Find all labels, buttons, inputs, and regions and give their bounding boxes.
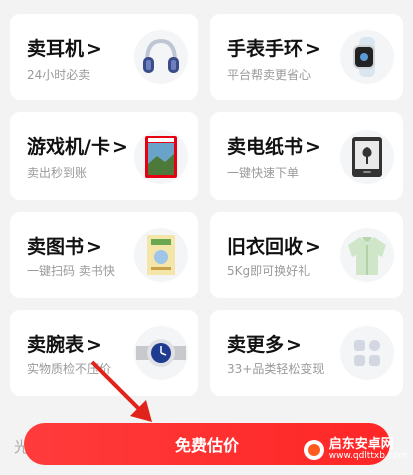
category-title: 卖更多 > (227, 334, 302, 356)
category-subtitle: 一键扫码 卖书快 (27, 264, 115, 278)
category-subtitle: 一键快速下单 (227, 166, 300, 180)
smartwatch-icon (340, 30, 394, 84)
category-title: 卖耳机 > (27, 38, 102, 60)
category-title: 卖腕表 > (27, 334, 102, 356)
category-card-more[interactable]: 卖更多 > 33+品类轻松变现 (210, 310, 403, 396)
category-card-headphones[interactable]: 卖耳机 > 24小时必卖 (10, 14, 198, 100)
category-card-books[interactable]: 卖图书 > 一键扫码 卖书快 (10, 212, 198, 298)
game-card-icon (134, 130, 188, 184)
watermark-url: www.qdlttxb.com (328, 451, 407, 462)
category-title: 游戏机/卡 > (27, 136, 128, 158)
category-subtitle: 卖出秒到账 (27, 166, 88, 180)
ereader-icon (340, 130, 394, 184)
watermark-logo-icon (303, 440, 324, 461)
category-title: 卖图书 > (27, 236, 102, 258)
category-card-clothing-recycle[interactable]: 旧衣回收 > 5Kg即可换好礼 (210, 212, 403, 298)
jacket-icon (340, 228, 394, 282)
watermark-name: 启东安卓网 (328, 437, 394, 452)
category-subtitle: 33+品类轻松变现 (227, 362, 325, 376)
watermark: 启东安卓网 www.qdlttxb.com (303, 437, 407, 462)
category-title: 旧衣回收 > (227, 236, 321, 258)
category-subtitle: 平台帮卖更省心 (227, 68, 312, 82)
category-card-ereader[interactable]: 卖电纸书 > 一键快速下单 (210, 112, 403, 200)
more-apps-icon (340, 326, 394, 380)
headphones-icon (134, 30, 188, 84)
category-subtitle: 24小时必卖 (27, 68, 91, 82)
category-title: 手表手环 > (227, 38, 321, 60)
category-subtitle: 5Kg即可换好礼 (227, 264, 311, 278)
book-icon (134, 228, 188, 282)
category-title: 卖电纸书 > (227, 136, 321, 158)
category-card-game-console[interactable]: 游戏机/卡 > 卖出秒到账 (10, 112, 198, 200)
annotation-arrow-icon (90, 360, 152, 422)
category-card-smartwatch[interactable]: 手表手环 > 平台帮卖更省心 (210, 14, 403, 100)
